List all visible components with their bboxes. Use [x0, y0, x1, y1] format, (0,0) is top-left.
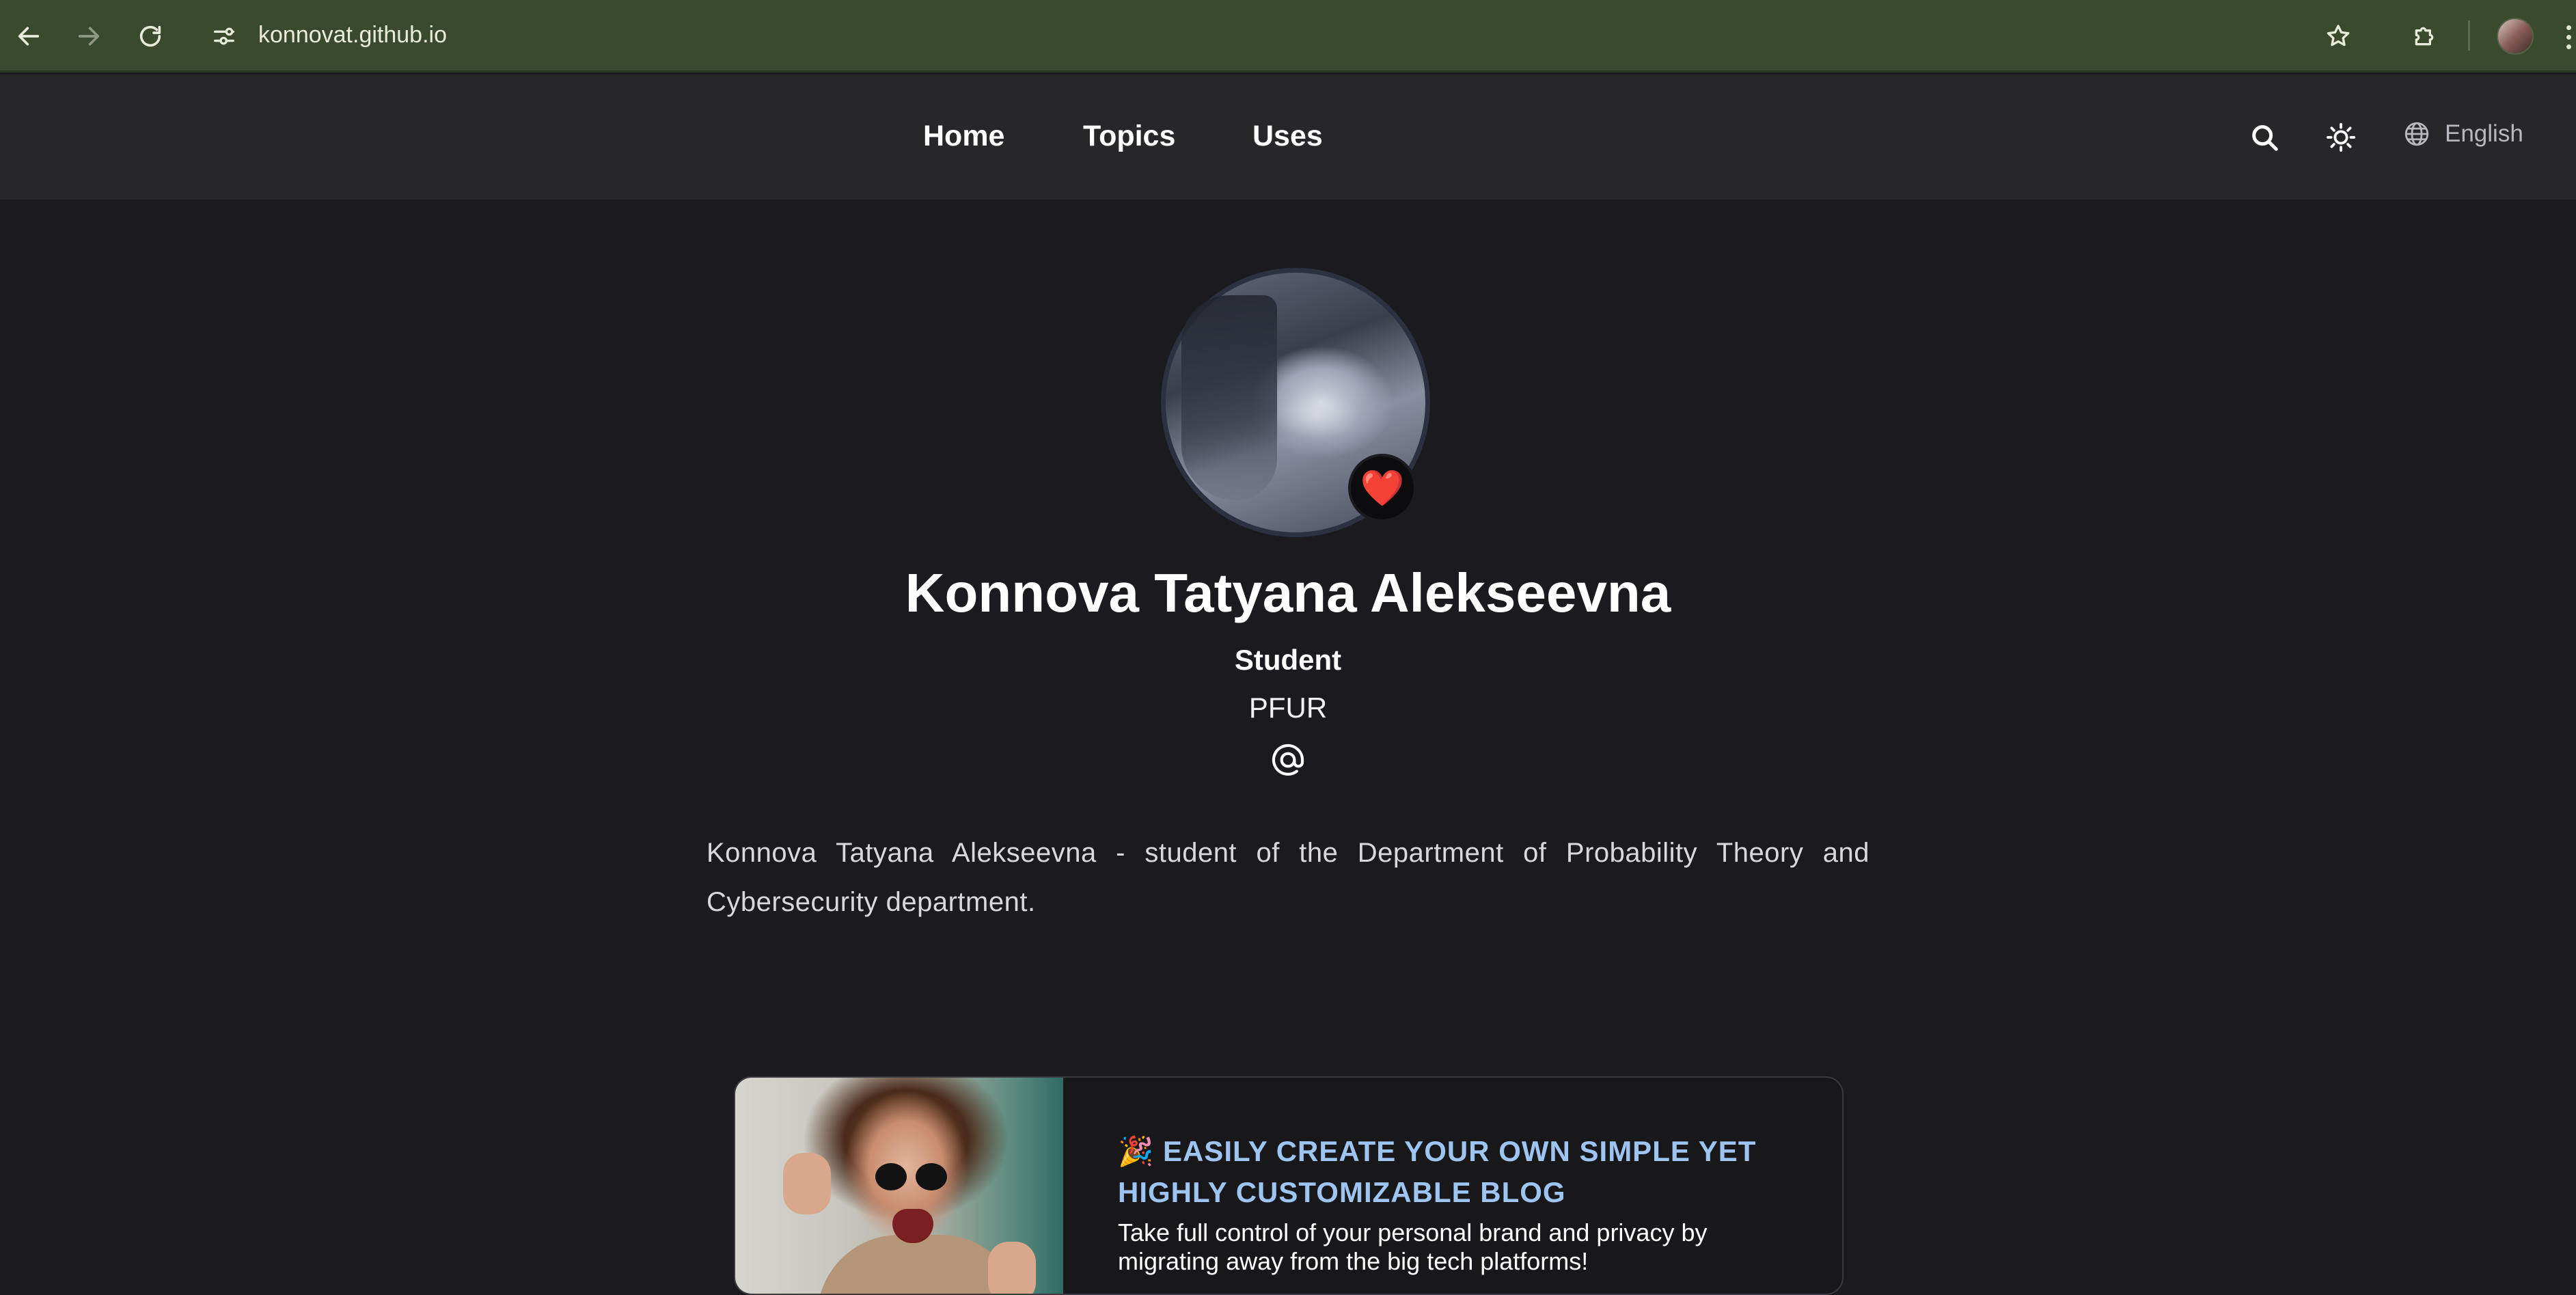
nav-home[interactable]: Home — [923, 117, 1004, 155]
nav-uses[interactable]: Uses — [1252, 117, 1323, 155]
nav-topics[interactable]: Topics — [1083, 117, 1175, 155]
profile-name: Konnova Tatyana Alekseevna — [905, 562, 1671, 623]
more-dot — [2566, 25, 2571, 30]
profile-role: Student — [1234, 644, 1342, 676]
profile-bio: Konnova Tatyana Alekseevna - student of … — [707, 838, 1869, 917]
email-link[interactable] — [1268, 739, 1308, 780]
browser-toolbar: konnovat.github.io — [0, 0, 2576, 72]
heart-icon: ❤️ — [1360, 468, 1405, 508]
extensions-button[interactable] — [2405, 17, 2443, 55]
status-badge: ❤️ — [1348, 454, 1416, 522]
browser-menu-button[interactable] — [2561, 18, 2576, 56]
language-label: English — [2445, 120, 2523, 147]
theme-toggle[interactable] — [2322, 118, 2360, 156]
reload-icon — [139, 25, 161, 47]
search-button[interactable] — [2245, 118, 2284, 156]
promo-image — [735, 1078, 1063, 1294]
at-icon — [1272, 744, 1304, 776]
promo-image-detail — [988, 1242, 1036, 1294]
more-dot — [2566, 34, 2571, 40]
profile-avatar-container: ❤️ — [1161, 268, 1430, 537]
site-info-button[interactable] — [205, 17, 243, 55]
address-bar[interactable]: konnovat.github.io — [258, 18, 447, 52]
promo-card[interactable]: 🎉 EASILY CREATE YOUR OWN SIMPLE YET HIGH… — [734, 1076, 1844, 1295]
profile-organization: PFUR — [1248, 692, 1328, 724]
puzzle-icon — [2415, 27, 2434, 46]
forward-button[interactable] — [70, 17, 108, 55]
back-button[interactable] — [10, 17, 48, 55]
reload-button[interactable] — [131, 17, 169, 55]
browser-profile-avatar[interactable] — [2497, 18, 2534, 55]
avatar-photo-detail — [1181, 295, 1277, 500]
language-switcher[interactable]: English — [2402, 120, 2523, 148]
sun-icon — [2326, 122, 2356, 152]
promo-image-detail — [875, 1163, 947, 1190]
promo-text: Take full control of your personal brand… — [1118, 1218, 1708, 1275]
promo-image-detail — [783, 1153, 831, 1214]
search-icon — [2252, 125, 2278, 151]
more-dot — [2566, 44, 2571, 49]
toolbar-divider — [2468, 21, 2470, 51]
promo-title[interactable]: 🎉 EASILY CREATE YOUR OWN SIMPLE YET HIGH… — [1118, 1131, 1815, 1213]
star-icon — [2327, 25, 2350, 46]
arrow-left-icon — [18, 27, 40, 46]
site-header: Home Topics Uses English — [0, 74, 2576, 200]
tune-icon — [214, 27, 234, 45]
bookmark-button[interactable] — [2319, 17, 2357, 55]
arrow-right-icon — [78, 27, 100, 46]
globe-icon — [2404, 122, 2429, 146]
